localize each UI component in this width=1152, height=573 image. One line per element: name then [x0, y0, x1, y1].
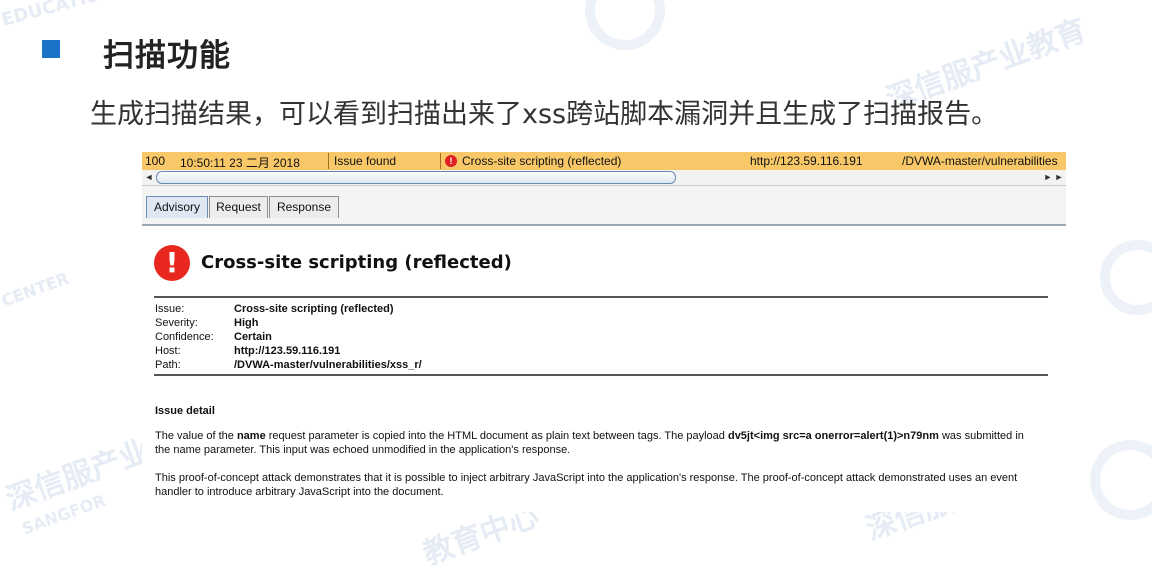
watermark-text: CENTER: [0, 268, 72, 311]
issue-detail-paragraph: The value of the name request parameter …: [155, 429, 1035, 457]
scroll-left-icon[interactable]: ◄: [143, 172, 155, 183]
column-divider: [440, 153, 441, 169]
tab-request[interactable]: Request: [209, 196, 268, 218]
watermark-logo-circle: [1100, 240, 1152, 315]
issue-host: http://123.59.116.191: [750, 154, 863, 168]
info-key: Confidence:: [155, 331, 214, 343]
watermark-logo-circle: [585, 0, 665, 50]
issue-tool: Issue found: [334, 154, 397, 168]
tab-advisory[interactable]: Advisory: [146, 196, 208, 218]
issue-detail-heading: Issue detail: [155, 405, 215, 417]
watermark-logo-circle: [1090, 440, 1152, 520]
info-row-path: Path: /DVWA-master/vulnerabilities/xss_r/: [155, 358, 422, 372]
info-row-severity: Severity: High: [155, 316, 422, 330]
para-text: The value of the: [155, 430, 237, 442]
para-text: request parameter is copied into the HTM…: [265, 430, 728, 442]
watermark-text: EDUCATION: [0, 0, 118, 31]
slide-subtitle: 生成扫描结果，可以看到扫描出来了xss跨站脚本漏洞并且生成了扫描报告。: [90, 99, 999, 130]
info-row-confidence: Confidence: Certain: [155, 330, 422, 344]
scroll-right-icon[interactable]: ►: [1053, 172, 1065, 183]
horizontal-scrollbar[interactable]: ◄ ► ►: [142, 170, 1066, 186]
info-value: Cross-site scripting (reflected): [234, 303, 394, 315]
issue-detail-paragraph: This proof-of-concept attack demonstrate…: [155, 472, 1018, 498]
column-divider: [328, 153, 329, 169]
issue-path: /DVWA-master/vulnerabilities: [902, 154, 1058, 168]
info-key: Issue:: [155, 303, 185, 315]
issue-id: 100: [145, 154, 166, 168]
param-name: name: [236, 430, 266, 442]
divider: [154, 296, 1048, 298]
info-key: Host:: [155, 345, 181, 357]
info-value: High: [234, 317, 259, 329]
high-severity-icon: !: [445, 155, 457, 167]
issue-table-row[interactable]: 100 10:50:11 23 二月 2018 Issue found ! Cr…: [142, 152, 1066, 170]
payload: dv5jt<img src=a onerror=alert(1)>n79nm: [727, 430, 939, 442]
info-key: Severity:: [155, 317, 198, 329]
issue-time: 10:50:11 23 二月 2018: [180, 156, 300, 170]
tab-response[interactable]: Response: [269, 196, 339, 218]
info-value: http://123.59.116.191: [234, 345, 341, 357]
burp-scanner-panel: 100 10:50:11 23 二月 2018 Issue found ! Cr…: [142, 152, 1066, 512]
slide-title: 扫描功能: [103, 38, 231, 74]
tab-bar: Advisory Request Response: [142, 186, 1066, 226]
issue-name: Cross-site scripting (reflected): [462, 154, 622, 168]
scrollbar-thumb[interactable]: [156, 171, 676, 184]
info-value: /DVWA-master/vulnerabilities/xss_r/: [234, 359, 422, 371]
issue-info-table: Issue: Cross-site scripting (reflected) S…: [155, 302, 422, 372]
info-row-issue: Issue: Cross-site scripting (reflected): [155, 302, 422, 316]
divider: [154, 374, 1048, 376]
info-value: Certain: [234, 331, 272, 343]
title-bullet-icon: [42, 40, 60, 58]
info-row-host: Host: http://123.59.116.191: [155, 344, 422, 358]
info-key: Path:: [155, 359, 181, 371]
alert-icon: !: [154, 245, 190, 281]
advisory-title: Cross-site scripting (reflected): [201, 252, 512, 273]
